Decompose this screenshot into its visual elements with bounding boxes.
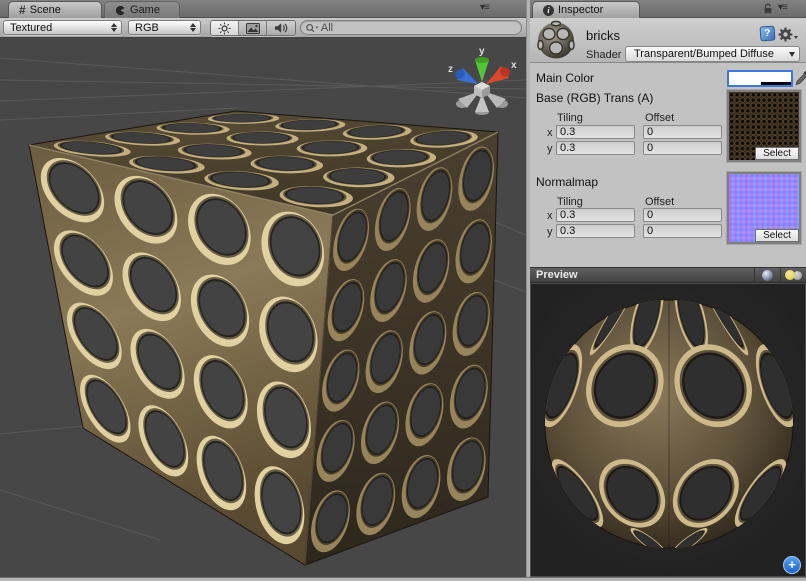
x-row-label: x [547,210,553,222]
x-row-label: x [547,127,553,139]
base-offset-x-field[interactable] [643,125,722,139]
preview-header: Preview [530,267,806,283]
game-icon [115,5,126,16]
updown-arrows-icon [190,23,196,32]
light-toggle-icon [785,269,803,281]
scene-view-toggles [210,20,296,36]
help-icon[interactable]: ? [759,25,775,41]
sphere-icon [762,270,773,281]
preview-light-button[interactable] [780,267,806,283]
gizmo-x-label: x [511,60,517,71]
render-mode-value: Textured [10,22,107,34]
main-color-label: Main Color [536,71,594,85]
normal-offset-x-field[interactable] [643,208,722,222]
search-input[interactable] [321,22,515,34]
main-color-swatch[interactable] [727,70,793,87]
textured-cube[interactable] [29,111,498,565]
material-ball-icon [536,20,576,61]
tab-scene[interactable]: # Scene [8,1,102,18]
lock-icon[interactable] [763,3,773,14]
scene-toolbar: Textured RGB [0,18,526,38]
base-texture-section-label: Base (RGB) Trans (A) [536,91,653,105]
preview-title: Preview [536,269,754,281]
shader-dropdown[interactable]: Transparent/Bumped Diffuse [625,46,800,62]
audio-toggle-button[interactable] [267,21,295,35]
tiling-column-label: Tiling [557,196,583,208]
tiling-column-label: Tiling [557,112,583,124]
lighting-toggle-button[interactable] [211,21,239,35]
preview-sphere [531,284,806,577]
scene-panel: # Scene Game ▾≡ Textured RGB [0,0,526,577]
y-row-label: y [547,226,553,238]
gizmo-z-axis[interactable] [453,68,478,84]
normal-tiling-y-field[interactable] [556,224,635,238]
inspector-panel-menu-icon[interactable]: ▾≡ [778,2,787,13]
preview-zoom-add-button[interactable]: + [783,556,801,574]
skybox-toggle-button[interactable] [239,21,267,35]
normal-tiling-x-field[interactable] [556,208,635,222]
scene-grid-icon: # [19,3,26,17]
inspector-panel: i Inspector ▾≡ [530,0,806,577]
eyedropper-icon[interactable] [795,69,806,86]
tab-inspector[interactable]: i Inspector [532,1,640,18]
tab-game[interactable]: Game [104,1,180,18]
gear-dropdown-arrow-icon [794,36,798,39]
gizmo-z-label: z [448,64,453,75]
speaker-icon [274,22,288,34]
preview-mesh-button[interactable] [754,267,780,283]
gear-icon [778,27,793,42]
window-bottom-edge [0,577,806,581]
shader-label: Shader [586,49,621,61]
render-mode-dropdown[interactable]: Textured [3,20,122,35]
material-preview[interactable]: + [530,283,806,577]
updown-arrows-icon [111,23,117,32]
y-row-label: y [547,143,553,155]
scene-orientation-gizmo[interactable]: y x z [440,38,526,124]
scene-search-field[interactable] [300,20,522,35]
shader-value: Transparent/Bumped Diffuse [634,48,789,60]
tab-game-label: Game [130,4,160,16]
unity-editor-window: # Scene Game ▾≡ Textured RGB [0,0,806,581]
color-mode-dropdown[interactable]: RGB [128,20,201,35]
normal-offset-y-field[interactable] [643,224,722,238]
inspector-tabbar: i Inspector ▾≡ [530,0,806,18]
search-icon [305,22,319,34]
gizmo-x-axis[interactable] [486,66,512,84]
base-offset-y-field[interactable] [643,141,722,155]
offset-column-label: Offset [645,196,674,208]
dropdown-arrow-icon [789,52,795,57]
info-icon: i [543,5,554,16]
scene-viewport[interactable]: y x z [0,38,526,577]
material-header: bricks Shader Transparent/Bumped Diffuse… [530,18,806,63]
image-icon [246,23,260,34]
normalmap-thumbnail[interactable]: Select [727,172,801,244]
scene-tabbar: # Scene Game ▾≡ [0,0,526,18]
base-tiling-y-field[interactable] [556,141,635,155]
base-texture-select-button[interactable]: Select [755,147,799,160]
scene-panel-menu-icon[interactable]: ▾≡ [480,2,489,13]
gear-menu-button[interactable] [778,26,798,42]
normalmap-section-label: Normalmap [536,175,598,189]
sun-icon [218,22,231,35]
color-mode-value: RGB [135,22,186,34]
normalmap-select-button[interactable]: Select [755,229,799,242]
tab-scene-label: Scene [30,4,61,16]
gizmo-y-axis[interactable] [475,57,489,82]
tab-inspector-label: Inspector [558,4,603,16]
base-tiling-x-field[interactable] [556,125,635,139]
offset-column-label: Offset [645,112,674,124]
material-name: bricks [586,28,620,43]
base-texture-thumbnail[interactable]: Select [727,90,801,162]
alpha-strip [761,82,791,85]
gizmo-y-label: y [479,46,485,57]
